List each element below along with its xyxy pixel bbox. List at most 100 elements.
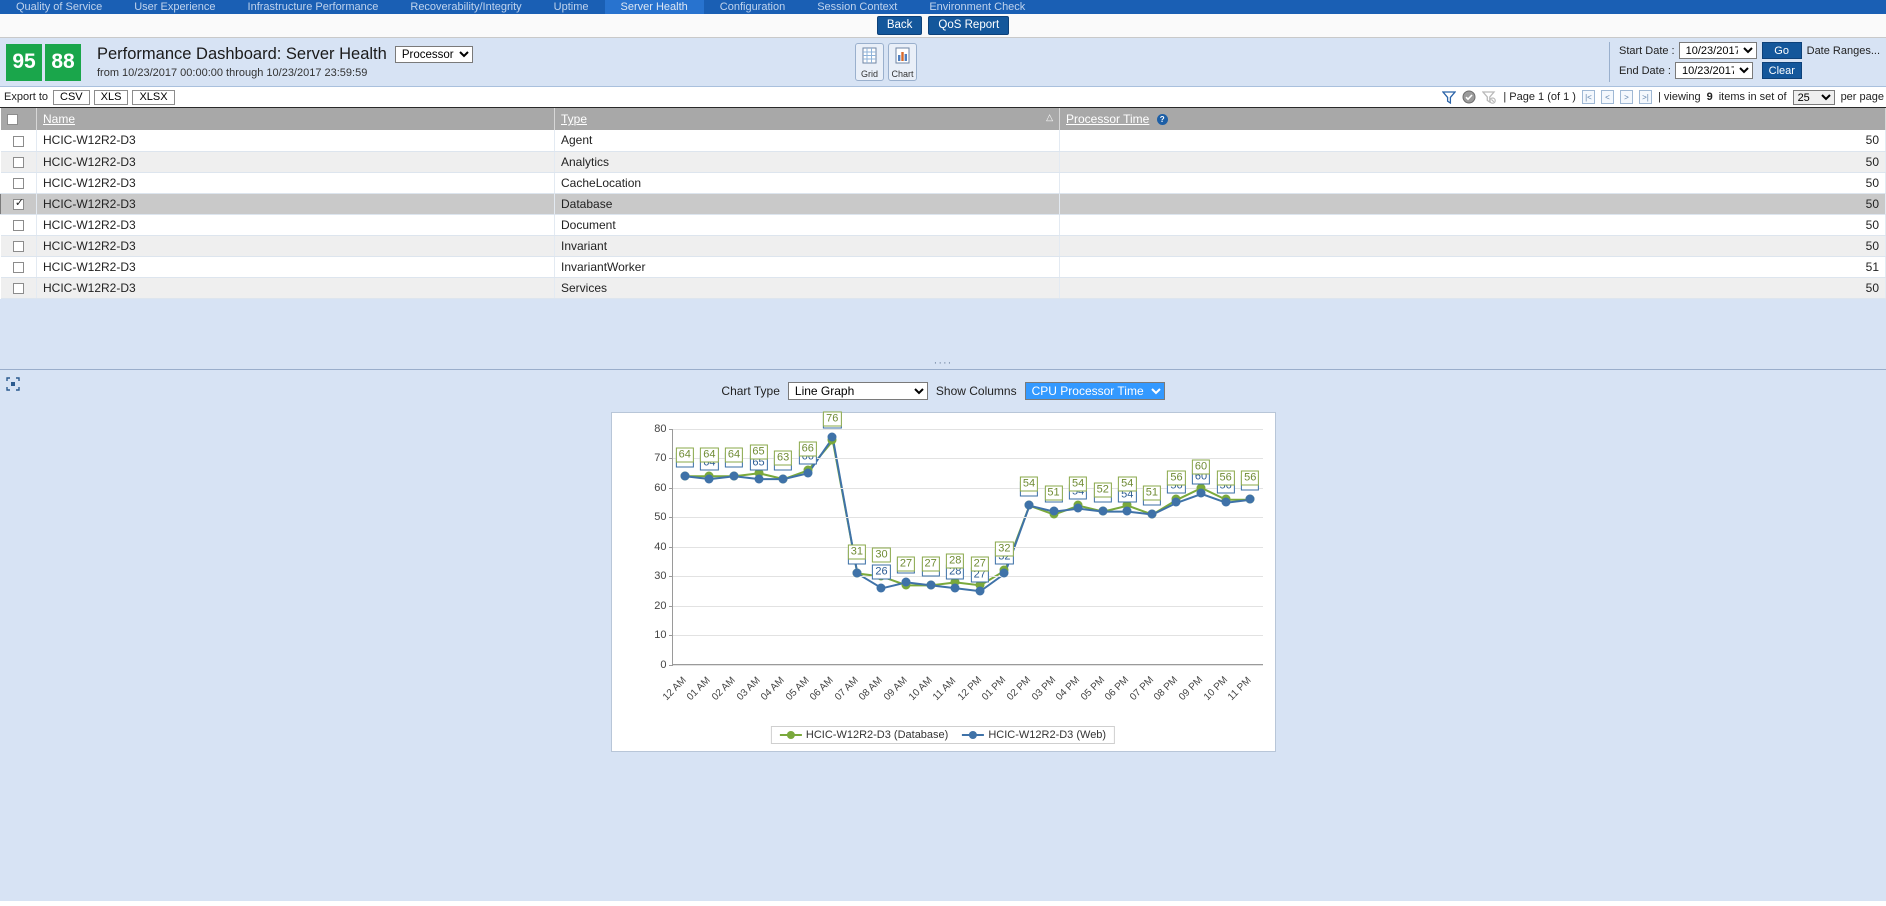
page-indicator: | Page 1 (of 1 ) [1503,91,1576,103]
chart-data-point[interactable] [852,568,862,578]
back-button[interactable]: Back [876,16,923,35]
nav-item-uptime[interactable]: Uptime [538,0,605,14]
chart-data-point[interactable] [876,583,886,593]
row-checkbox[interactable] [12,177,24,189]
chart-data-label: 64 [724,447,744,463]
chart-data-point[interactable] [975,586,985,596]
nav-item-configuration[interactable]: Configuration [704,0,801,14]
start-date-input[interactable]: 10/23/2017 [1678,42,1757,59]
help-icon[interactable]: ? [1156,114,1168,126]
go-button[interactable]: Go [1761,42,1802,59]
column-header-type-label[interactable]: Type [561,112,587,126]
column-header-name-label[interactable]: Name [43,112,75,126]
select-all-checkbox[interactable] [6,114,18,126]
row-checkbox[interactable] [12,156,24,168]
filter-icon[interactable] [1442,90,1457,104]
chart-view-button[interactable]: Chart [888,43,917,81]
first-page-button[interactable]: |< [1581,90,1595,104]
table-row[interactable]: HCIC-W12R2-D3 Invariant 50 [0,235,1886,257]
table-row[interactable]: HCIC-W12R2-D3 Services 50 [0,277,1886,299]
chart-data-point[interactable] [1221,497,1231,507]
chart-data-label: 32 [995,541,1014,557]
chart-data-point[interactable] [926,580,936,590]
chart-data-point[interactable] [1196,488,1206,498]
row-checkbox[interactable] [12,240,24,252]
row-checkbox[interactable] [13,196,25,210]
per-page-select[interactable]: 25 [1792,89,1835,105]
expand-icon[interactable] [6,376,20,391]
cell-type: Database [554,193,1060,215]
chart-type-select[interactable]: Line Graph [787,381,928,400]
table-row[interactable]: HCIC-W12R2-D3 Document 50 [0,214,1886,236]
cell-processor-time: 50 [1059,172,1886,194]
chart-data-point[interactable] [754,474,764,484]
nav-item-environment-check[interactable]: Environment Check [913,0,1041,14]
clear-button[interactable]: Clear [1761,62,1802,79]
row-checkbox[interactable] [12,135,24,147]
chart-data-point[interactable] [999,568,1009,578]
clear-filter-icon[interactable] [1482,90,1497,104]
chart-gridline [672,517,1263,518]
chart-data-point[interactable] [901,577,911,587]
cell-name: HCIC-W12R2-D3 [36,172,555,194]
table-row[interactable]: HCIC-W12R2-D3 InvariantWorker 51 [0,256,1886,278]
x-axis-tick-label: 03 AM [734,674,763,703]
chart-data-point[interactable] [1147,509,1157,519]
page-title: Performance Dashboard: Server Health [97,45,387,63]
chart-data-point[interactable] [1024,500,1034,510]
row-checkbox[interactable] [12,282,24,294]
panel-splitter[interactable]: ···· [0,357,1886,370]
cell-name: HCIC-W12R2-D3 [36,256,555,278]
nav-item-recoverability-integrity[interactable]: Recoverability/Integrity [394,0,537,14]
table-row[interactable]: HCIC-W12R2-D3 Agent 50 [0,130,1886,152]
prev-page-button[interactable]: < [1600,90,1614,104]
end-date-input[interactable]: 10/23/2017 [1674,62,1753,79]
export-xls-button[interactable]: XLS [93,89,129,105]
table-row[interactable]: HCIC-W12R2-D3 CacheLocation 50 [0,172,1886,194]
y-axis-tick-label: 80 [654,422,667,435]
nav-item-user-experience[interactable]: User Experience [118,0,231,14]
chart-data-label: 56 [1241,470,1260,486]
chart-data-point[interactable] [729,471,739,481]
chart-data-point[interactable] [803,468,813,478]
export-csv-button[interactable]: CSV [53,89,90,105]
chart-panel: Chart Type Line Graph Show Columns CPU P… [0,369,1886,901]
x-axis-tick-label: 05 AM [783,674,812,703]
table-row[interactable]: HCIC-W12R2-D3 Database 50 [0,193,1886,215]
chart-data-point[interactable] [704,474,714,484]
apply-filter-icon[interactable] [1462,90,1476,104]
chart-data-point[interactable] [1073,503,1083,513]
column-header-name[interactable]: Name [36,108,555,130]
row-checkbox[interactable] [12,261,24,273]
column-header-type[interactable]: Type △ [554,108,1060,130]
chart-data-point[interactable] [680,471,690,481]
nav-item-infrastructure-performance[interactable]: Infrastructure Performance [232,0,395,14]
metric-select[interactable]: Processor [394,46,473,63]
chart-data-point[interactable] [1098,506,1108,516]
last-page-button[interactable]: >| [1638,90,1652,104]
nav-item-quality-of-service[interactable]: Quality of Service [0,0,118,14]
nav-item-session-context[interactable]: Session Context [801,0,913,14]
column-header-processor-time[interactable]: Processor Time ? [1059,108,1886,130]
chart-data-point[interactable] [827,432,837,442]
chart-data-point[interactable] [1171,497,1181,507]
row-checkbox[interactable] [12,219,24,231]
nav-item-server-health[interactable]: Server Health [604,0,704,14]
chart-data-point[interactable] [778,474,788,484]
date-ranges-link[interactable]: Date Ranges... [1807,42,1880,57]
table-row[interactable]: HCIC-W12R2-D3 Analytics 50 [0,151,1886,173]
chart-data-point[interactable] [1049,506,1059,516]
chart-data-point[interactable] [1122,506,1132,516]
export-xlsx-button[interactable]: XLSX [132,89,175,105]
qos-report-button[interactable]: QoS Report [928,16,1010,35]
grid-view-button[interactable]: Grid [855,43,884,81]
chart-data-point[interactable] [1245,494,1255,504]
column-header-processor-time-label[interactable]: Processor Time [1066,112,1149,126]
chart-data-point[interactable] [950,583,960,593]
x-axis-tick-label: 08 PM [1152,674,1181,703]
score-badge-primary: 95 [6,43,42,81]
dashboard-header: 95 88 Performance Dashboard: Server Heal… [0,38,1886,87]
next-page-button[interactable]: > [1619,90,1633,104]
show-columns-select[interactable]: CPU Processor Time (%) [1024,381,1165,400]
x-axis-tick-label: 11 PM [1226,674,1254,703]
